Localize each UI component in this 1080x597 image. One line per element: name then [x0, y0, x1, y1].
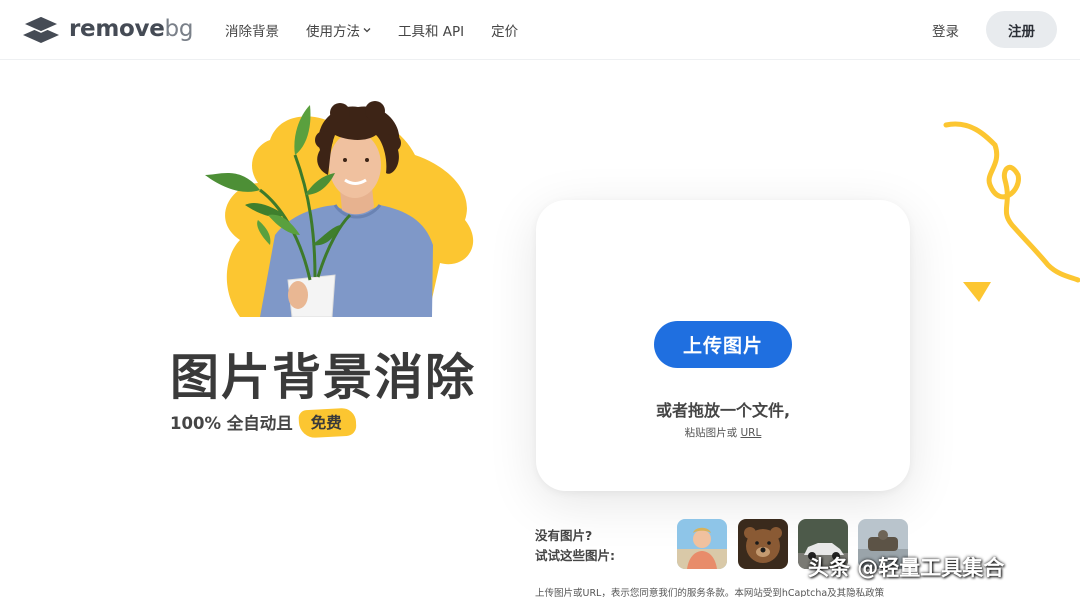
samples-label: 没有图片? 试试这些图片:	[535, 528, 615, 563]
upload-image-button[interactable]: 上传图片	[654, 321, 792, 368]
chevron-down-icon	[363, 28, 371, 33]
login-link[interactable]: 登录	[932, 20, 959, 40]
signup-button[interactable]: 注册	[986, 11, 1057, 48]
sample-thumb-bear[interactable]	[738, 519, 788, 569]
terms-notice: 上传图片或URL，表示您同意我们的服务条款。本网站受到hCaptcha及其隐私政…	[535, 588, 885, 597]
page-headline: 图片背景消除	[170, 349, 477, 406]
free-badge: 免费	[301, 411, 352, 435]
main-nav: 消除背景 使用方法 工具和 API 定价	[225, 0, 545, 60]
upload-card[interactable]: 上传图片 或者拖放一个文件, 粘贴图片或 URL	[536, 200, 910, 491]
yellow-squiggle-decoration	[943, 121, 1080, 283]
logo-text: removebg	[69, 16, 194, 42]
yellow-triangle-decoration	[963, 282, 991, 302]
nav-pricing[interactable]: 定价	[491, 20, 518, 40]
nav-how-to-use[interactable]: 使用方法	[306, 20, 371, 40]
layers-logo-icon	[22, 15, 60, 43]
sample-thumb-person[interactable]	[677, 519, 727, 569]
watermark: 头条 @轻量工具集合	[808, 556, 1005, 580]
privacy-policy-link[interactable]: 隐私政策	[846, 588, 884, 597]
paste-instructions: 粘贴图片或 URL	[684, 427, 762, 439]
bear-thumbnail-icon	[738, 519, 788, 569]
drop-file-text: 或者拖放一个文件,	[655, 401, 791, 420]
logo[interactable]: removebg	[22, 14, 193, 44]
url-link[interactable]: URL	[741, 427, 762, 439]
hero-subline: 100% 全自动且 免费	[170, 410, 352, 434]
terms-of-service-link[interactable]: 服务条款	[687, 588, 725, 597]
nav-remove-background[interactable]: 消除背景	[225, 20, 279, 40]
top-navbar: removebg 消除背景 使用方法 工具和 API 定价 登录 注册	[0, 0, 1080, 60]
person-thumbnail-icon	[677, 519, 727, 569]
hero-person-with-plant-image	[205, 101, 474, 317]
nav-tools-api[interactable]: 工具和 API	[398, 20, 464, 40]
